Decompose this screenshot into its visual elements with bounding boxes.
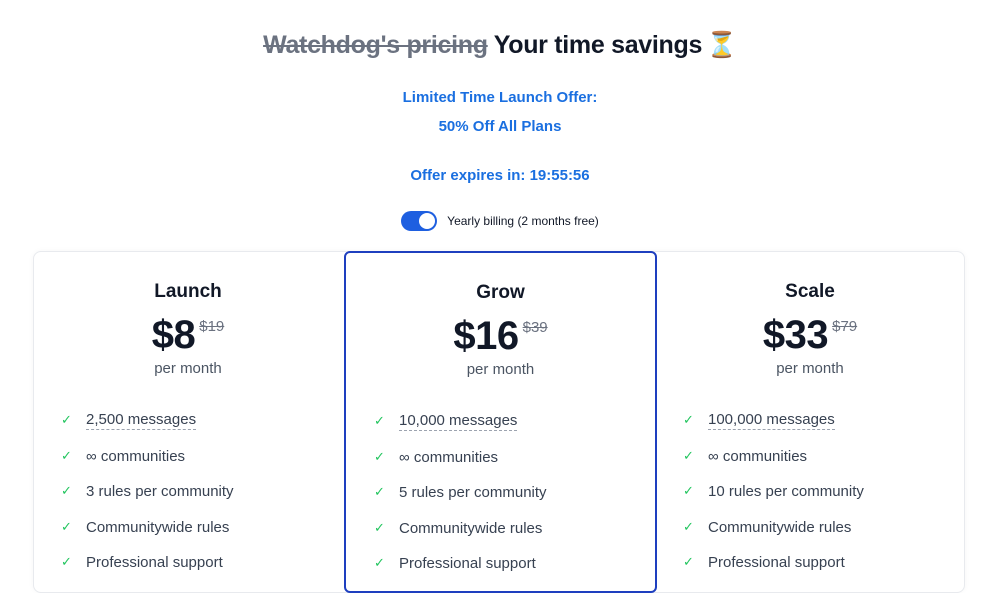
check-icon: ✓: [61, 519, 72, 535]
plan-price: $16: [453, 314, 519, 358]
feature-item: ✓ 2,500 messages: [61, 403, 343, 439]
plan-card-scale[interactable]: Scale $33 $79 per month ✓ 100,000 message…: [655, 251, 965, 591]
feature-item: ✓ Communitywide rules: [61, 510, 343, 546]
feature-label: Professional support: [708, 554, 845, 572]
feature-item: ✓ 100,000 messages: [683, 403, 965, 439]
check-icon: ✓: [683, 519, 694, 535]
plan-name: Grow: [476, 282, 525, 303]
feature-label: ∞ communities: [86, 447, 186, 465]
yearly-billing-toggle[interactable]: [401, 211, 438, 231]
feature-label: 3 rules per community: [86, 483, 234, 501]
feature-label: Communitywide rules: [708, 518, 852, 536]
check-icon: ✓: [683, 448, 694, 464]
plan-period: per month: [154, 360, 222, 377]
feature-item: ✓ Professional support: [374, 546, 655, 582]
check-icon: ✓: [683, 413, 694, 429]
feature-label: 5 rules per community: [399, 484, 547, 502]
feature-item: ✓ ∞ communities: [61, 439, 343, 475]
check-icon: ✓: [61, 484, 72, 500]
plan-old-price: $19: [199, 318, 225, 335]
check-icon: ✓: [374, 449, 385, 465]
hourglass-icon: ⏳: [706, 30, 737, 59]
plan-old-price: $39: [522, 319, 548, 336]
feature-label: ∞ communities: [708, 447, 808, 465]
feature-label[interactable]: 2,500 messages: [86, 411, 197, 431]
feature-item: ✓ 10,000 messages: [374, 404, 655, 440]
plan-price: $8: [151, 313, 196, 357]
check-icon: ✓: [374, 520, 385, 536]
check-icon: ✓: [683, 484, 694, 500]
offer-countdown: Offer expires in: 19:55:56: [410, 167, 590, 184]
feature-label[interactable]: 10,000 messages: [399, 412, 518, 432]
toggle-knob: [419, 213, 436, 229]
billing-toggle-row: Yearly billing (2 months free): [0, 211, 1000, 231]
plan-name: Launch: [154, 281, 222, 302]
page-title-main: Your time savings: [493, 31, 703, 59]
pricing-cards: Launch $8 $19 per month ✓ 2,500 messages …: [33, 251, 965, 593]
offer-discount: 50% Off All Plans: [438, 118, 562, 135]
check-icon: ✓: [374, 414, 385, 430]
plan-name: Scale: [785, 281, 835, 302]
feature-list: ✓ 10,000 messages ✓ ∞ communities ✓ 5 rules…: [346, 404, 655, 582]
check-icon: ✓: [61, 555, 72, 571]
feature-item: ✓ 10 rules per community: [683, 474, 965, 510]
check-icon: ✓: [374, 485, 385, 501]
feature-item: ✓ ∞ communities: [374, 440, 655, 476]
plan-old-price: $79: [832, 318, 858, 335]
plan-price: $33: [762, 313, 829, 357]
feature-label: Professional support: [86, 554, 223, 572]
plan-card-launch[interactable]: Launch $8 $19 per month ✓ 2,500 messages …: [33, 251, 343, 591]
feature-list: ✓ 2,500 messages ✓ ∞ communities ✓ 3 rules …: [33, 403, 343, 581]
feature-label[interactable]: 100,000 messages: [708, 411, 835, 431]
feature-label: Communitywide rules: [86, 518, 230, 536]
yearly-billing-label[interactable]: Yearly billing (2 months free): [447, 214, 599, 228]
feature-item: ✓ Communitywide rules: [683, 510, 965, 546]
check-icon: ✓: [374, 556, 385, 572]
feature-item: ✓ Communitywide rules: [374, 511, 655, 547]
feature-label: Professional support: [399, 555, 536, 573]
plan-period: per month: [776, 360, 844, 377]
page-title-strikethrough: Watchdog's pricing: [263, 31, 488, 59]
feature-item: ✓ 3 rules per community: [61, 474, 343, 510]
price-row: $8 $19: [33, 315, 343, 359]
feature-list: ✓ 100,000 messages ✓ ∞ communities ✓ 10 rul…: [655, 403, 965, 581]
feature-label: ∞ communities: [399, 448, 499, 466]
check-icon: ✓: [61, 413, 72, 429]
feature-item: ✓ ∞ communities: [683, 439, 965, 475]
feature-label: 10 rules per community: [708, 483, 864, 501]
feature-label: Communitywide rules: [399, 519, 543, 537]
price-row: $33 $79: [655, 315, 965, 359]
plan-card-grow[interactable]: Grow $16 $39 per month ✓ 10,000 messages …: [344, 251, 657, 593]
check-icon: ✓: [61, 448, 72, 464]
check-icon: ✓: [683, 555, 694, 571]
plan-period: per month: [466, 361, 535, 378]
page-title: Watchdog's pricing Your time savings ⏳: [0, 30, 1000, 60]
feature-item: ✓ Professional support: [61, 545, 343, 581]
price-row: $16 $39: [346, 316, 655, 360]
offer-headline: Limited Time Launch Offer:: [402, 89, 598, 106]
feature-item: ✓ 5 rules per community: [374, 475, 655, 511]
feature-item: ✓ Professional support: [683, 545, 965, 581]
